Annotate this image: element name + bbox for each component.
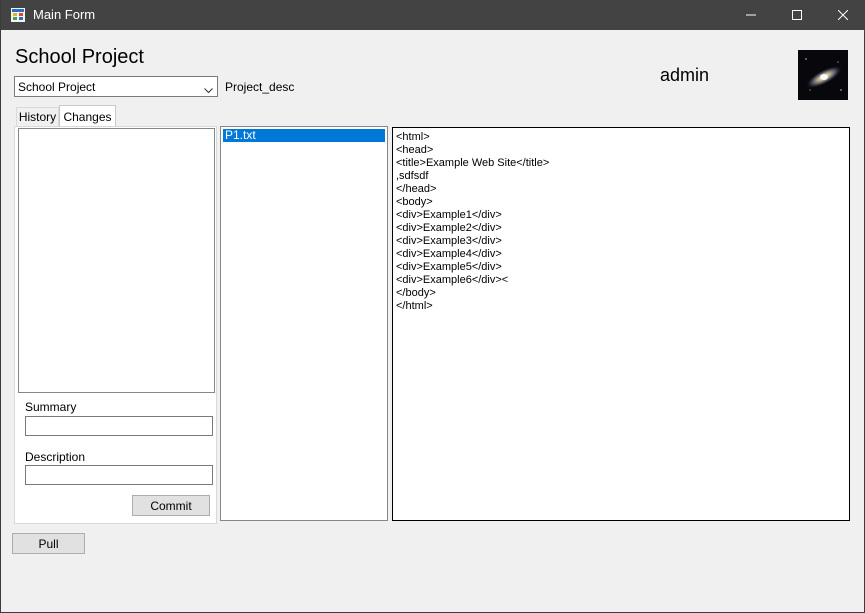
code-line: <div>Example6</div>< (396, 274, 509, 286)
minimize-button[interactable] (728, 0, 774, 30)
code-line: <html> (396, 131, 430, 143)
username-label: admin (660, 65, 710, 85)
close-button[interactable] (820, 0, 865, 30)
code-line: <div>Example3</div> (396, 235, 502, 247)
pull-button[interactable]: Pull (12, 533, 85, 554)
avatar (798, 50, 848, 100)
close-icon (838, 10, 848, 20)
minimize-icon (746, 14, 756, 16)
tab-changes-label: Changes (63, 109, 112, 124)
file-content-editor[interactable]: <html> <head> <title>Example Web Site</t… (392, 127, 850, 521)
project-description: Project_desc (225, 80, 295, 94)
description-input[interactable] (25, 465, 213, 485)
code-line: <head> (396, 144, 434, 156)
changes-list[interactable] (18, 128, 215, 393)
summary-label: Summary (25, 400, 77, 414)
galaxy-avatar (798, 50, 848, 100)
code-line: </head> (396, 183, 437, 195)
code-line: <div>Example5</div> (396, 261, 502, 273)
files-list[interactable]: P1.txt (220, 126, 388, 521)
tab-changes[interactable]: Changes (59, 105, 116, 127)
list-item[interactable]: P1.txt (223, 129, 385, 142)
code-line: <body> (396, 196, 433, 208)
maximize-button[interactable] (774, 0, 820, 30)
summary-input[interactable] (25, 416, 213, 436)
title-bar[interactable]: Main Form (1, 0, 865, 30)
code-line: </html> (396, 300, 433, 312)
main-window: Main Form School Project School Project (0, 0, 865, 613)
tab-history[interactable]: History (16, 107, 59, 126)
description-label: Description (25, 450, 86, 464)
project-select[interactable]: School Project (14, 76, 218, 97)
code-line: ,sdfsdf (396, 170, 429, 182)
maximize-icon (792, 10, 802, 20)
code-line: <title>Example Web Site</title> (396, 157, 550, 169)
code-line: <div>Example4</div> (396, 248, 502, 260)
project-select-value: School Project (18, 80, 96, 94)
code-line: <div>Example1</div> (396, 209, 502, 221)
app-icon (11, 8, 25, 22)
window-title: Main Form (33, 7, 96, 22)
page-title: School Project (15, 46, 144, 68)
code-line: </body> (396, 287, 436, 299)
code-line: <div>Example2</div> (396, 222, 502, 234)
commit-button[interactable]: Commit (132, 495, 210, 516)
chevron-down-icon (204, 83, 213, 97)
tab-history-label: History (18, 110, 57, 124)
